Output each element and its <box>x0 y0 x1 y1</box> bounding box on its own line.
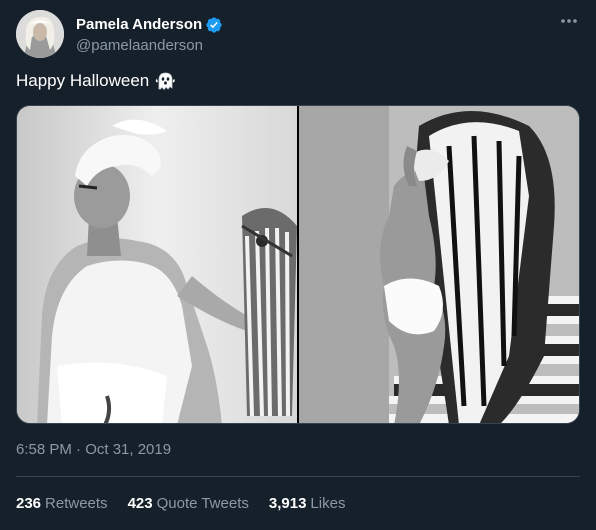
name-row: Pamela Anderson <box>76 15 223 35</box>
quote-tweets-count: 423 <box>127 495 153 512</box>
retweets-stat[interactable]: 236 Retweets <box>16 495 108 512</box>
tweet-text-content: Happy Halloween <box>16 71 150 90</box>
quote-tweets-stat[interactable]: 423 Quote Tweets <box>128 495 249 512</box>
tweet-header: Pamela Anderson @pamelaanderson <box>16 10 223 58</box>
likes-stat[interactable]: 3,913 Likes <box>269 495 346 512</box>
avatar[interactable] <box>16 10 64 58</box>
more-options-icon[interactable] <box>558 12 580 30</box>
retweets-count: 236 <box>16 495 42 512</box>
likes-count: 3,913 <box>268 495 307 512</box>
retweets-label: Retweets <box>45 495 108 512</box>
tweet-timestamp[interactable]: 6:58 PM · Oct 31, 2019 <box>16 441 171 458</box>
author-names: Pamela Anderson @pamelaanderson <box>76 15 223 54</box>
divider <box>16 476 580 477</box>
tweet: Pamela Anderson @pamelaanderson Happy Ha… <box>0 0 596 530</box>
engagement-stats: 236 Retweets 423 Quote Tweets 3,913 Likes <box>16 495 365 512</box>
photo-left[interactable] <box>17 106 297 423</box>
ghost-emoji-icon <box>155 71 175 91</box>
tweet-text: Happy Halloween <box>16 71 175 91</box>
quote-tweets-label: Quote Tweets <box>156 495 249 512</box>
display-name[interactable]: Pamela Anderson <box>76 16 202 33</box>
media-grid <box>16 105 580 424</box>
verified-badge-icon <box>205 16 223 34</box>
handle[interactable]: @pamelaanderson <box>76 37 223 54</box>
photo-right[interactable] <box>299 106 579 423</box>
likes-label: Likes <box>310 495 346 512</box>
